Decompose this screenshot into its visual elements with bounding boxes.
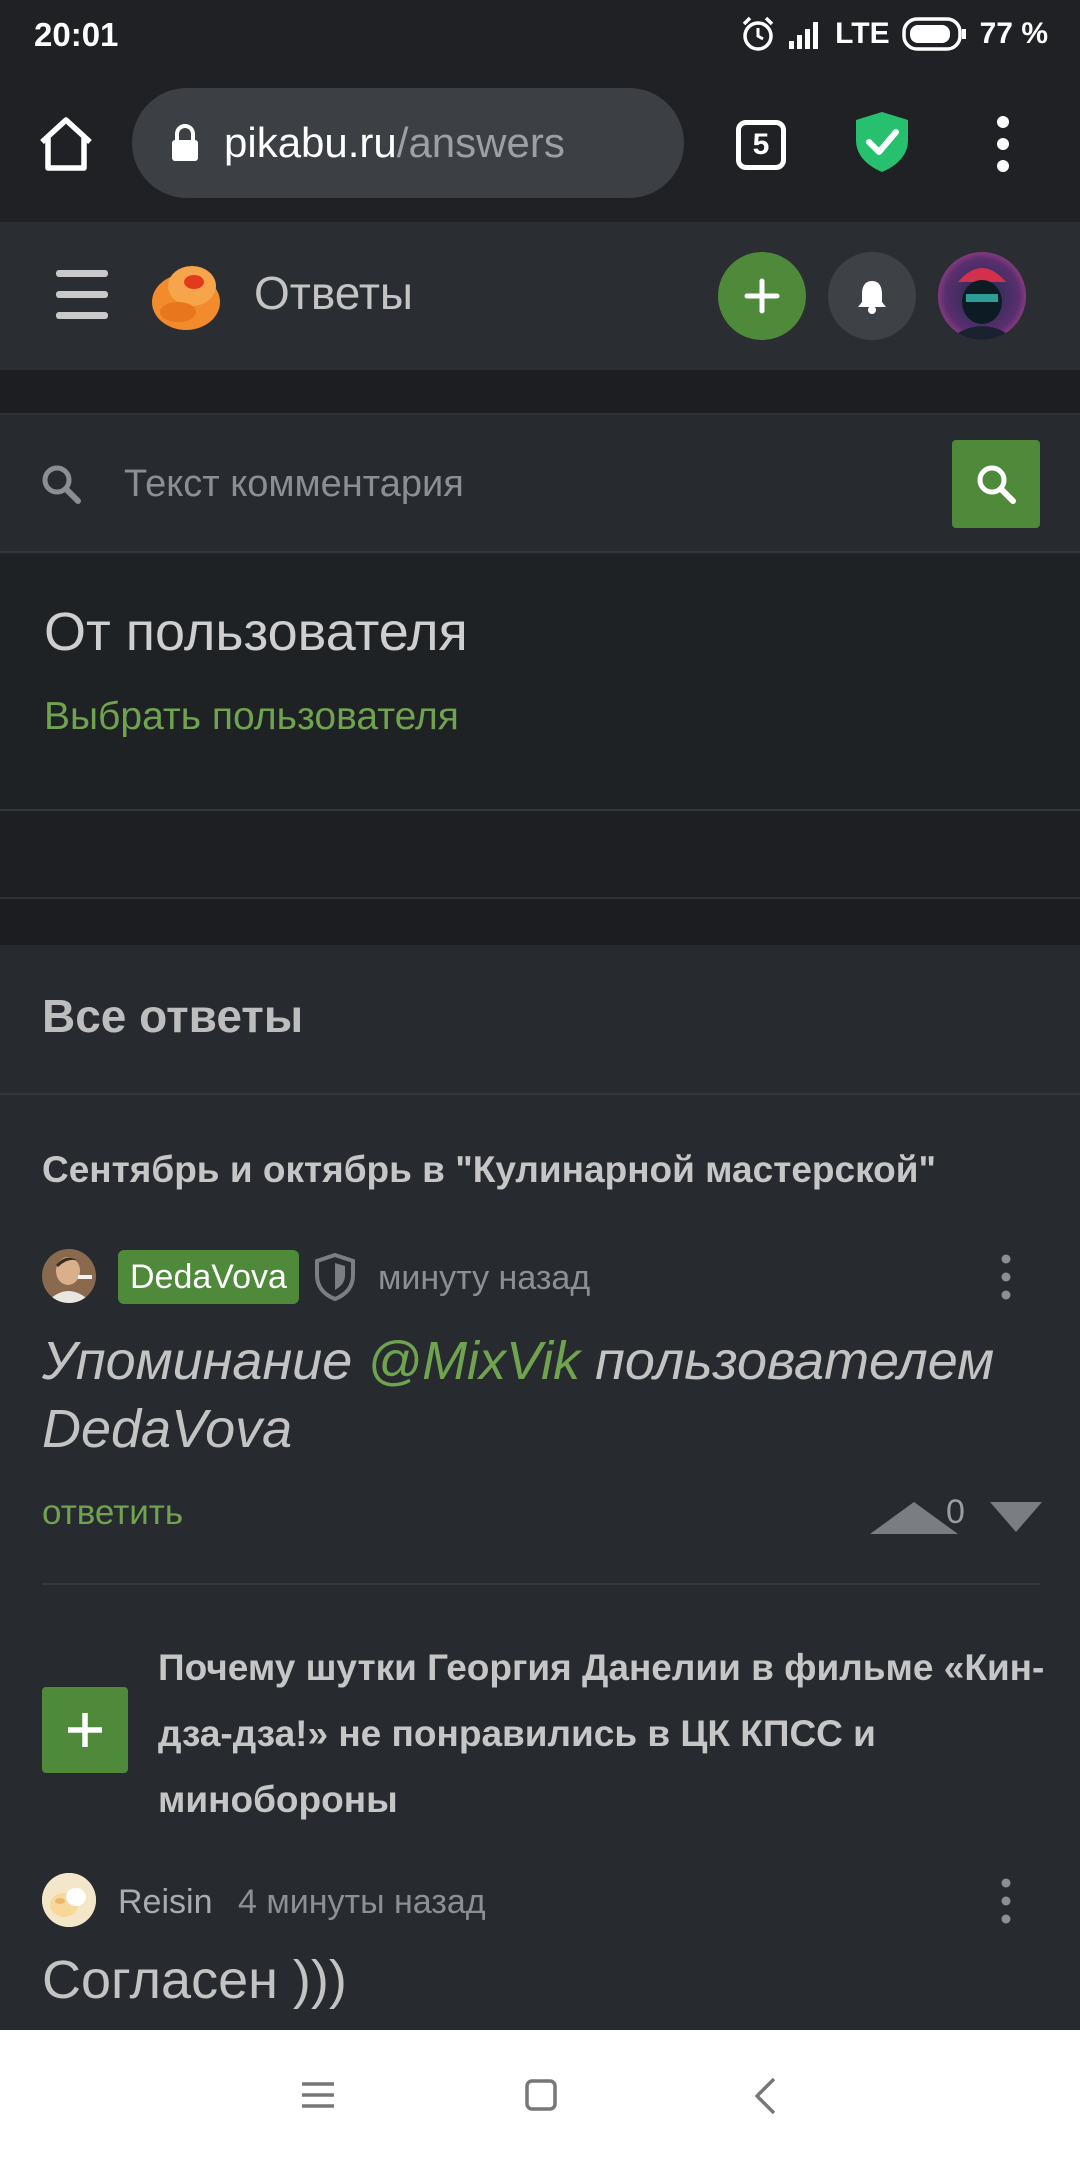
from-user-filter: От пользователя Выбрать пользователя <box>0 555 1080 811</box>
url-path: /answers <box>396 119 565 166</box>
shield-check-icon[interactable] <box>854 110 910 174</box>
avatar-image <box>42 1873 96 1927</box>
status-time: 20:01 <box>34 16 119 53</box>
plus-icon <box>68 1713 102 1747</box>
comment-author-name[interactable]: Reisin <box>118 1883 212 1922</box>
hamburger-menu-icon[interactable] <box>56 270 108 320</box>
site-header: Ответы <box>0 222 1080 370</box>
search-icon <box>42 465 81 504</box>
bell-icon <box>858 281 886 314</box>
avatar-image <box>938 252 1026 340</box>
comment-time: 4 минуты назад <box>238 1883 486 1921</box>
plus-icon <box>744 278 780 314</box>
downvote-arrow-icon[interactable] <box>990 1500 1042 1534</box>
comment-author-avatar[interactable] <box>42 1249 96 1303</box>
lock-icon <box>172 124 198 161</box>
spacer <box>0 899 1080 945</box>
answer-post-title[interactable]: Почему шутки Георгия Данелии в фильме «К… <box>158 1635 1048 1833</box>
home-square-icon[interactable] <box>524 2078 558 2112</box>
answers-section-title: Все ответы <box>42 990 304 1042</box>
upvote-arrow-icon[interactable] <box>870 1500 958 1534</box>
system-nav-bar <box>0 2030 1080 2160</box>
status-icons: LTE 77 % <box>739 14 1048 54</box>
rating-count: 0 <box>946 1493 965 1531</box>
status-bar: 20:01 LTE 77 % <box>0 0 1080 70</box>
tab-switcher-button[interactable]: 5 <box>736 120 786 170</box>
answer-post-title[interactable]: Сентябрь и октябрь в "Кулинарной мастерс… <box>42 1149 936 1191</box>
comment-text: Упоминание @MixVik пользователем DedaVov… <box>42 1327 1052 1463</box>
reply-link[interactable]: ответить <box>42 1493 183 1533</box>
avatar-image <box>42 1249 96 1303</box>
comment-text: Согласен ))) <box>42 1950 347 2010</box>
more-vert-icon[interactable] <box>998 1877 1014 1925</box>
network-type: LTE <box>835 17 890 50</box>
comment-search-input[interactable] <box>108 443 928 525</box>
from-user-title: От пользователя <box>44 602 468 662</box>
search-icon <box>977 465 1016 504</box>
divider <box>0 1093 1080 1095</box>
search-bar <box>0 415 1080 553</box>
comment-time: минуту назад <box>378 1259 591 1297</box>
recents-menu-icon[interactable] <box>300 2080 336 2110</box>
url-host: pikabu.ru <box>224 119 397 166</box>
notifications-button[interactable] <box>828 252 916 340</box>
mention-link[interactable]: @MixVik <box>367 1331 580 1391</box>
pikabu-logo-icon[interactable] <box>148 256 228 336</box>
comment-text-prefix: Упоминание <box>42 1331 368 1391</box>
user-avatar[interactable] <box>938 252 1026 340</box>
back-chevron-icon[interactable] <box>752 2076 778 2116</box>
spacer <box>0 370 1080 415</box>
divider <box>42 1583 1040 1585</box>
battery-level: 77 % <box>979 17 1048 50</box>
page-title: Ответы <box>254 267 413 319</box>
battery-icon <box>901 17 966 51</box>
browser-toolbar: pikabu.ru/answers 5 <box>0 70 1080 222</box>
answers-section: Все ответы Сентябрь и октябрь в "Кулинар… <box>0 945 1080 2030</box>
comment-author-avatar[interactable] <box>42 1873 96 1927</box>
more-vert-icon[interactable] <box>990 114 1016 174</box>
shield-icon <box>315 1253 355 1301</box>
search-submit-button[interactable] <box>952 440 1040 528</box>
signal-icon <box>789 22 819 49</box>
more-vert-icon[interactable] <box>998 1253 1014 1301</box>
address-bar[interactable]: pikabu.ru/answers <box>132 88 684 198</box>
choose-user-link[interactable]: Выбрать пользователя <box>44 695 459 739</box>
spacer <box>0 811 1080 899</box>
comment-author-badge[interactable]: DedaVova <box>118 1250 299 1304</box>
alarm-icon <box>742 16 774 51</box>
home-icon[interactable] <box>36 114 96 174</box>
add-post-button[interactable] <box>718 252 806 340</box>
expand-post-button[interactable] <box>42 1687 128 1773</box>
